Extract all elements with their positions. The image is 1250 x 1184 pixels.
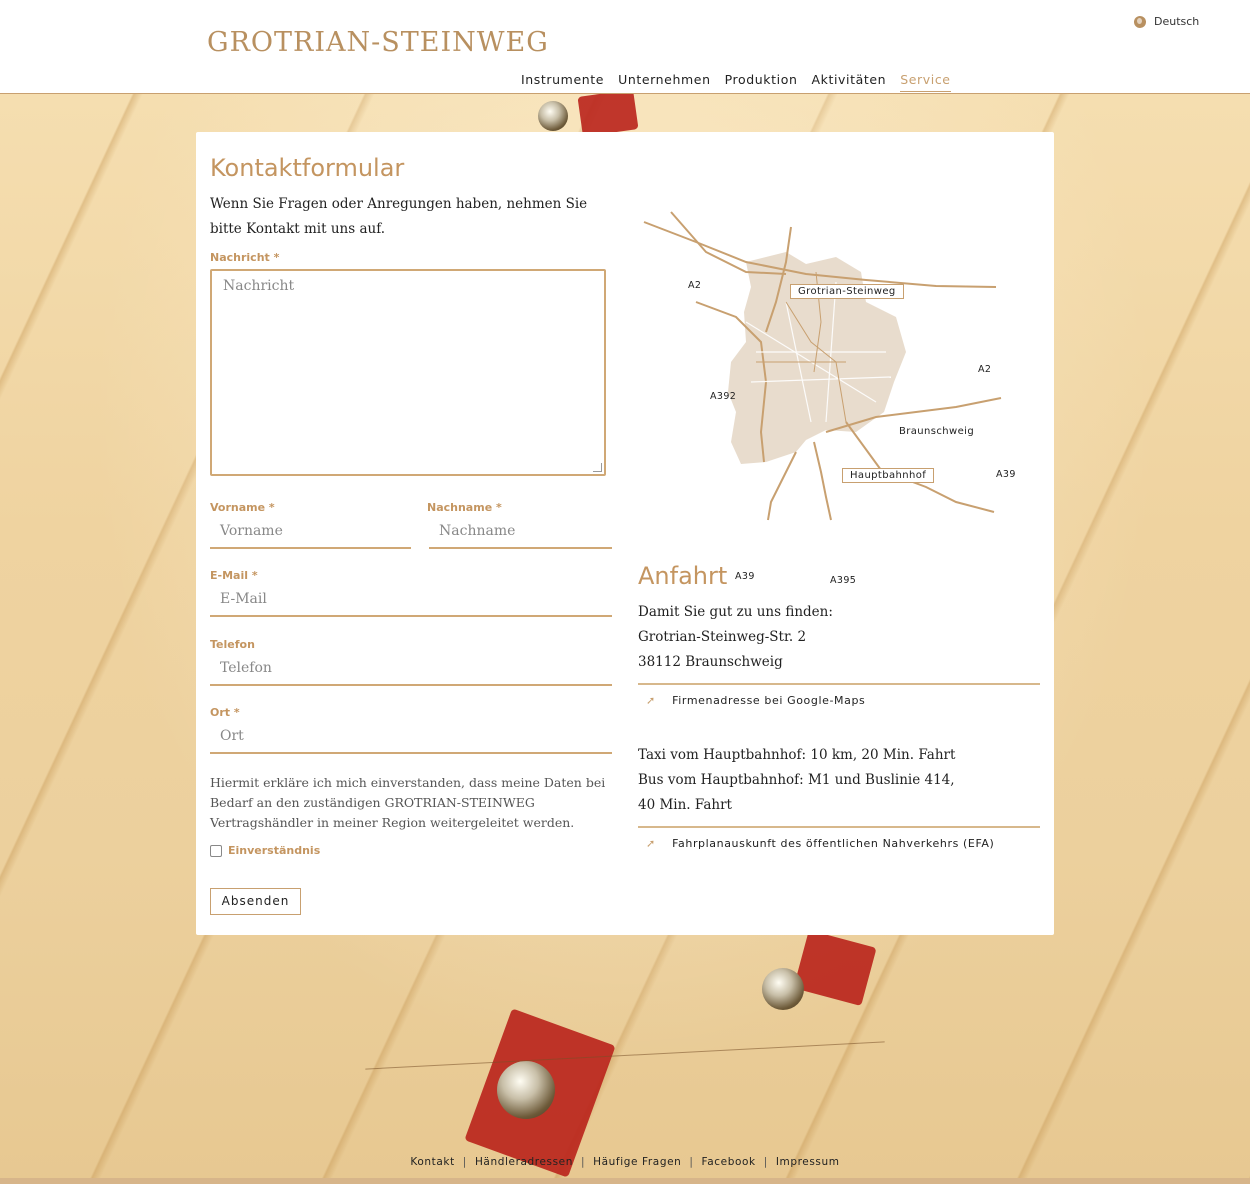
consent-checkbox-row[interactable]: Einverständnis xyxy=(210,844,320,857)
map-city-label: Braunschweig xyxy=(899,426,975,437)
city-placeholder: Ort xyxy=(220,728,244,744)
email-label: E-Mail * xyxy=(210,569,258,582)
footer-link-kontakt[interactable]: Kontakt xyxy=(410,1156,454,1168)
message-label: Nachricht * xyxy=(210,251,280,264)
efa-link[interactable]: ➚ Fahrplanauskunft des öffentlichen Nahv… xyxy=(638,826,1040,850)
message-textarea[interactable]: Nachricht xyxy=(210,269,606,476)
directions-street: Grotrian-Steinweg-Str. 2 xyxy=(638,629,807,645)
firstname-label: Vorname * xyxy=(210,501,275,514)
nav-item-service[interactable]: Service xyxy=(900,72,951,92)
resize-handle-icon[interactable] xyxy=(593,463,602,472)
language-switcher[interactable]: Deutsch xyxy=(1134,15,1199,28)
globe-icon xyxy=(1134,15,1146,28)
footer-link-facebook[interactable]: Facebook xyxy=(702,1156,756,1168)
lastname-input[interactable]: Nachname xyxy=(429,519,612,549)
directions-title: Anfahrt xyxy=(638,562,728,590)
map-road-a395: A395 xyxy=(830,575,857,586)
footer-separator: | xyxy=(580,1156,586,1168)
bus-info: Bus vom Hauptbahnhof: M1 und Buslinie 41… xyxy=(638,772,955,788)
nav-item-unternehmen[interactable]: Unternehmen xyxy=(618,72,711,92)
firstname-input[interactable]: Vorname xyxy=(210,519,411,549)
bus-duration: 40 Min. Fahrt xyxy=(638,797,732,813)
map-road-a2-east: A2 xyxy=(978,364,992,375)
site-header: GROTRIAN-STEINWEG Deutsch Instrumente Un… xyxy=(0,0,1250,94)
map-tag-company: Grotrian-Steinweg xyxy=(790,284,904,299)
city-input[interactable]: Ort xyxy=(210,724,612,754)
nav-item-produktion[interactable]: Produktion xyxy=(725,72,798,92)
main-nav: Instrumente Unternehmen Produktion Aktiv… xyxy=(521,72,951,92)
consent-label[interactable]: Einverständnis xyxy=(228,844,320,857)
phone-input[interactable]: Telefon xyxy=(210,656,612,686)
map-road-a2-west: A2 xyxy=(688,280,702,291)
lastname-label: Nachname * xyxy=(427,501,502,514)
form-intro: Wenn Sie Fragen oder Anregungen haben, n… xyxy=(210,196,588,237)
message-placeholder: Nachricht xyxy=(223,278,295,294)
footer-link-faq[interactable]: Häufige Fragen xyxy=(593,1156,681,1168)
google-maps-link[interactable]: ➚ Firmenadresse bei Google-Maps xyxy=(638,683,1040,707)
phone-label: Telefon xyxy=(210,638,255,651)
footer-bar xyxy=(0,1178,1250,1184)
consent-text: Hiermit erkläre ich mich einverstanden, … xyxy=(210,775,606,830)
language-label[interactable]: Deutsch xyxy=(1154,15,1199,28)
footer-link-impressum[interactable]: Impressum xyxy=(776,1156,840,1168)
directions-address: Damit Sie gut zu uns finden: Grotrian-St… xyxy=(638,600,833,675)
brand-logo[interactable]: GROTRIAN-STEINWEG xyxy=(207,27,549,58)
city-label: Ort * xyxy=(210,706,240,719)
location-map[interactable]: Grotrian-Steinweg Hauptbahnhof A2 A2 A39… xyxy=(636,202,1015,586)
site-footer: Kontakt | Händleradressen | Häufige Fragen | F… xyxy=(0,1156,1250,1168)
directions-city: 38112 Braunschweig xyxy=(638,654,783,670)
phone-placeholder: Telefon xyxy=(220,660,272,676)
arrow-right-icon: ➚ xyxy=(646,837,656,850)
lastname-placeholder: Nachname xyxy=(439,523,516,539)
map-tag-station: Hauptbahnhof xyxy=(842,468,935,483)
nav-item-instrumente[interactable]: Instrumente xyxy=(521,72,604,92)
map-road-a39-east: A39 xyxy=(996,469,1016,480)
directions-line1: Damit Sie gut zu uns finden: xyxy=(638,604,833,620)
email-input[interactable]: E-Mail xyxy=(210,587,612,617)
efa-link-text[interactable]: Fahrplanauskunft des öffentlichen Nahver… xyxy=(672,837,994,850)
email-placeholder: E-Mail xyxy=(220,591,267,607)
footer-separator: | xyxy=(462,1156,467,1168)
transport-info: Taxi vom Hauptbahnhof: 10 km, 20 Min. Fa… xyxy=(638,743,955,818)
footer-link-haendler[interactable]: Händleradressen xyxy=(475,1156,573,1168)
form-title: Kontaktformular xyxy=(210,154,405,182)
map-graphic xyxy=(643,211,1002,521)
footer-separator: | xyxy=(689,1156,694,1168)
footer-separator: | xyxy=(763,1156,768,1168)
taxi-info: Taxi vom Hauptbahnhof: 10 km, 20 Min. Fa… xyxy=(638,747,956,763)
map-road-a39-south: A39 xyxy=(735,571,755,582)
content-card: Kontaktformular Wenn Sie Fragen oder Anr… xyxy=(196,132,1054,935)
firstname-placeholder: Vorname xyxy=(220,523,283,539)
consent-checkbox[interactable] xyxy=(210,844,222,857)
google-maps-link-text[interactable]: Firmenadresse bei Google-Maps xyxy=(672,694,865,707)
map-road-a392: A392 xyxy=(710,391,737,402)
submit-button[interactable]: Absenden xyxy=(210,888,301,915)
nav-item-aktivitaeten[interactable]: Aktivitäten xyxy=(811,72,886,92)
arrow-right-icon: ➚ xyxy=(646,694,656,707)
